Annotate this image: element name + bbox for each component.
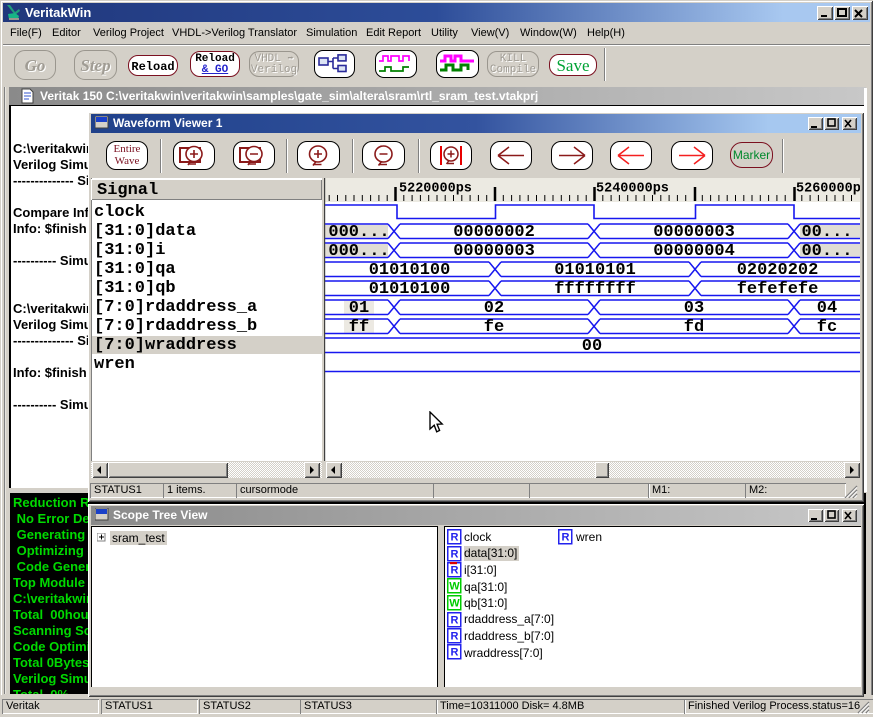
svg-text:fe: fe <box>484 318 504 337</box>
svg-text:01: 01 <box>349 299 369 318</box>
svg-text:R: R <box>562 532 570 544</box>
svg-text:fc: fc <box>817 318 837 337</box>
svg-text:000...: 000... <box>328 242 389 261</box>
svg-text:01010100: 01010100 <box>369 280 451 299</box>
svg-text:W: W <box>449 598 460 610</box>
svg-text:03: 03 <box>684 299 704 318</box>
svg-text:R: R <box>451 549 459 561</box>
svg-text:ffffffff: ffffffff <box>554 280 636 299</box>
svg-text:fefefefe: fefefefe <box>737 280 819 299</box>
svg-text:00000003: 00000003 <box>453 242 535 261</box>
svg-text:00: 00 <box>582 337 602 356</box>
svg-text:5240000ps: 5240000ps <box>596 182 669 197</box>
svg-text:00...: 00... <box>801 223 852 242</box>
svg-text:5260000ps: 5260000ps <box>796 182 860 197</box>
svg-text:R: R <box>451 647 459 659</box>
svg-text:02: 02 <box>484 299 504 318</box>
svg-text:02020202: 02020202 <box>737 261 819 280</box>
svg-text:01010101: 01010101 <box>554 261 636 280</box>
svg-text:R: R <box>451 565 459 577</box>
svg-text:00000003: 00000003 <box>653 223 735 242</box>
svg-text:ff: ff <box>349 318 369 337</box>
svg-text:04: 04 <box>817 299 837 318</box>
svg-text:R: R <box>451 615 459 627</box>
svg-text:R: R <box>451 631 459 643</box>
svg-text:00000002: 00000002 <box>453 223 535 242</box>
svg-text:00...: 00... <box>801 242 852 261</box>
svg-text:000...: 000... <box>328 223 389 242</box>
svg-text:00000004: 00000004 <box>653 242 735 261</box>
svg-text:R: R <box>451 532 459 544</box>
svg-text:W: W <box>449 581 460 593</box>
svg-text:5220000ps: 5220000ps <box>399 182 472 197</box>
svg-text:fd: fd <box>684 318 704 337</box>
svg-text:01010100: 01010100 <box>369 261 451 280</box>
